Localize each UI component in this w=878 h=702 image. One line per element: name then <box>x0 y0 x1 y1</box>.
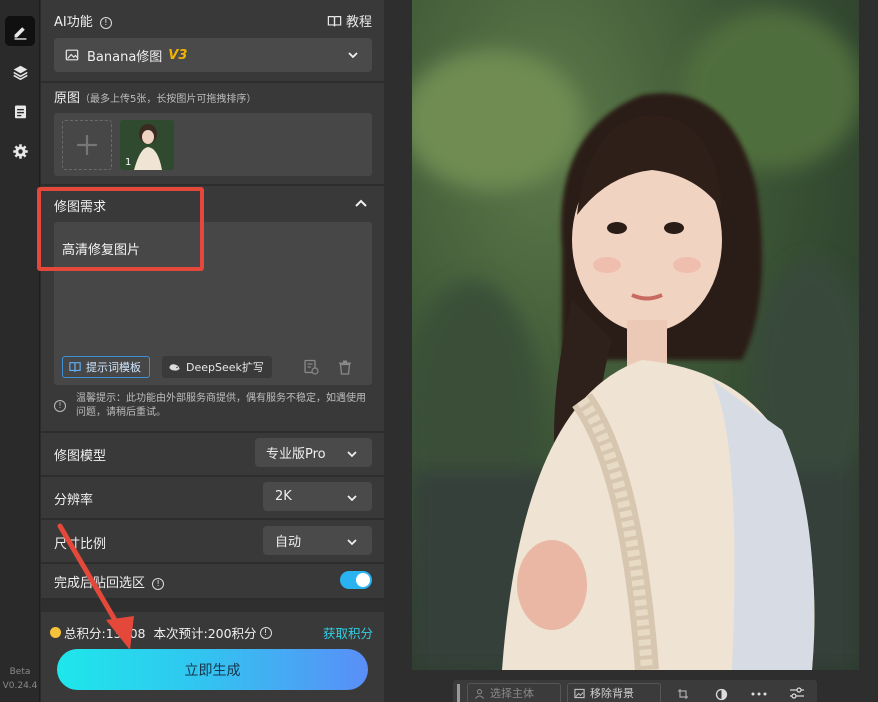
chevron-up-icon[interactable] <box>355 198 367 208</box>
edit-tool-button[interactable] <box>5 16 35 46</box>
chevron-down-icon <box>347 451 357 458</box>
chevron-down-icon <box>348 52 358 59</box>
generate-button[interactable]: 立即生成 <box>57 649 368 690</box>
panel-title-text: AI功能 <box>54 15 93 30</box>
deepseek-expand-label: DeepSeek扩写 <box>186 361 264 374</box>
original-hint: （最多上传5张，长按图片可拖拽排序） <box>80 94 257 105</box>
plus-icon <box>77 135 97 155</box>
resolution-select-value: 2K <box>275 489 292 504</box>
trash-icon[interactable] <box>338 360 352 375</box>
clipboard-icon <box>14 105 26 118</box>
history-icon[interactable] <box>303 359 319 375</box>
thumbnail-index: 1 <box>125 157 132 168</box>
select-subject-button[interactable]: 选择主体 <box>467 683 561 702</box>
prompt-template-label: 提示词模板 <box>86 361 141 374</box>
model-select-value: 专业版Pro <box>266 447 326 462</box>
crop-icon[interactable] <box>677 688 689 700</box>
paste-back-toggle[interactable] <box>340 571 372 589</box>
remove-background-button[interactable]: 移除背景 <box>567 683 661 702</box>
mode-select[interactable]: Banana修图 V3 <box>54 38 372 72</box>
book-icon <box>69 362 81 372</box>
upload-button[interactable] <box>62 120 112 170</box>
highlight-annotation-frame <box>37 187 204 271</box>
remove-background-label: 移除背景 <box>590 687 634 700</box>
service-notice: 温馨提示：此功能由外部服务商提供，偶有服务不稳定，如遇使用问题，请稍后重试。 <box>76 393 366 418</box>
whale-icon <box>169 364 180 371</box>
pen-icon <box>14 26 26 40</box>
get-points-link[interactable]: 获取积分 <box>323 623 373 642</box>
chevron-down-icon <box>347 539 357 546</box>
estimate-points: 本次预计:200积分 <box>153 626 257 641</box>
layers-tool-button[interactable] <box>5 57 35 87</box>
toggle-knob <box>356 573 370 587</box>
image-icon <box>574 688 585 698</box>
tutorial-link[interactable]: 教程 <box>327 11 372 30</box>
generate-label: 立即生成 <box>184 662 241 679</box>
info-icon[interactable]: ! <box>259 626 272 639</box>
image-icon <box>65 49 79 61</box>
more-icon[interactable] <box>751 692 767 696</box>
info-icon[interactable]: ! <box>152 578 165 590</box>
sliders-icon[interactable] <box>790 687 804 700</box>
settings-tool-button[interactable] <box>5 136 35 166</box>
notes-tool-button[interactable] <box>5 96 35 126</box>
version-number: V0.24.4 <box>2 681 38 691</box>
contrast-icon[interactable] <box>715 688 728 701</box>
select-subject-label: 选择主体 <box>490 687 534 700</box>
book-icon <box>327 15 342 26</box>
original-label: 原图（最多上传5张，长按图片可拖拽排序） <box>54 87 256 106</box>
layers-icon <box>12 65 28 80</box>
model-label: 修图模型 <box>54 449 107 464</box>
chevron-down-icon <box>347 495 357 502</box>
tool-rail: Beta V0.24.4 <box>0 0 40 702</box>
edited-photo[interactable] <box>412 0 859 670</box>
tutorial-label: 教程 <box>346 15 373 30</box>
resolution-select[interactable]: 2K <box>263 482 372 511</box>
arrow-annotation <box>57 523 134 650</box>
info-icon[interactable]: ! <box>99 17 112 29</box>
deepseek-expand-button[interactable]: DeepSeek扩写 <box>162 356 272 378</box>
resolution-label: 分辨率 <box>54 493 94 508</box>
version-badge: V3 <box>168 47 188 63</box>
version-beta: Beta <box>9 667 31 677</box>
model-select[interactable]: 专业版Pro <box>255 438 372 467</box>
toolbar-handle[interactable] <box>457 684 460 702</box>
ratio-select[interactable]: 自动 <box>263 526 372 555</box>
original-label-text: 原图 <box>54 91 81 106</box>
original-thumbnail[interactable]: 1 <box>120 120 174 170</box>
panel-title: AI功能 ! <box>54 11 112 30</box>
gear-icon <box>12 143 28 159</box>
photo-content <box>412 0 859 670</box>
canvas-toolbar: 选择主体 移除背景 <box>453 680 817 702</box>
mode-select-value: Banana修图 <box>87 49 163 65</box>
prompt-template-button[interactable]: 提示词模板 <box>62 356 150 378</box>
ratio-select-value: 自动 <box>275 535 302 550</box>
notice-icon: ! <box>54 400 66 412</box>
person-icon <box>474 688 485 699</box>
